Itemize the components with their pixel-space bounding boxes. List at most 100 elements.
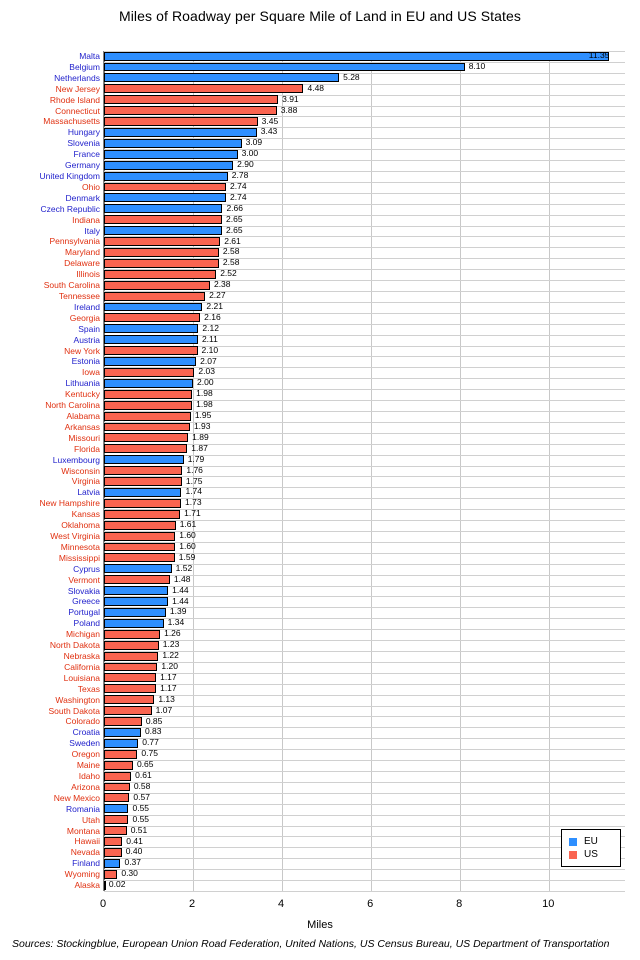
bar-us[interactable] [104, 717, 142, 726]
bar-eu[interactable] [104, 160, 234, 170]
bar-row[interactable]: 1.23 [104, 639, 625, 651]
bar-row[interactable]: 2.58 [104, 246, 625, 258]
bar-eu[interactable] [104, 204, 223, 214]
bar-row[interactable]: 1.98 [104, 399, 625, 411]
bar-us[interactable] [104, 869, 118, 879]
bar-us[interactable] [104, 520, 176, 530]
bar-us[interactable] [104, 400, 193, 410]
bar-eu[interactable] [104, 73, 340, 83]
bar-row[interactable]: 3.09 [104, 137, 625, 149]
bar-row[interactable]: 1.20 [104, 661, 625, 673]
bar-row[interactable]: 1.13 [104, 694, 625, 706]
bar-us[interactable] [104, 553, 175, 563]
bar-eu[interactable] [104, 127, 257, 137]
bar-us[interactable] [104, 258, 219, 268]
bar-row[interactable]: 0.02 [104, 879, 625, 891]
bar-row[interactable]: 8.10 [104, 61, 625, 73]
bar-eu[interactable] [104, 378, 194, 388]
bar-eu[interactable] [104, 149, 238, 159]
bar-row[interactable]: 1.34 [104, 617, 625, 629]
bar-us[interactable] [104, 106, 277, 116]
bar-row[interactable]: 0.51 [104, 825, 625, 837]
bar-us[interactable] [104, 466, 183, 476]
bar-row[interactable]: 0.83 [104, 726, 625, 738]
bar-row[interactable]: 5.28 [104, 72, 625, 84]
bar-row[interactable]: 1.95 [104, 410, 625, 422]
bar-row[interactable]: 3.43 [104, 126, 625, 138]
bar-row[interactable]: 0.57 [104, 792, 625, 804]
bar-eu[interactable] [104, 618, 164, 628]
bar-us[interactable] [104, 477, 182, 486]
bar-us[interactable] [104, 367, 195, 377]
bar-us[interactable] [104, 215, 222, 225]
bar-row[interactable]: 4.48 [104, 83, 625, 95]
bar-eu[interactable] [104, 138, 242, 148]
bar-us[interactable] [104, 684, 157, 694]
bar-us[interactable] [104, 280, 210, 290]
bar-row[interactable]: 0.41 [104, 836, 625, 847]
bar-row[interactable]: 2.90 [104, 159, 625, 171]
bar-us[interactable] [104, 749, 138, 759]
bar-us[interactable] [104, 531, 176, 541]
bar-us[interactable] [104, 651, 159, 661]
bar-row[interactable]: 1.93 [104, 421, 625, 433]
bar-row[interactable]: 1.22 [104, 650, 625, 662]
legend-item-us[interactable]: US [569, 848, 613, 861]
bar-eu[interactable] [104, 226, 222, 236]
bar-eu[interactable] [104, 597, 169, 606]
bar-eu[interactable] [104, 171, 228, 181]
bar-row[interactable]: 2.16 [104, 312, 625, 324]
bar-row[interactable]: 2.21 [104, 301, 625, 313]
bar-eu[interactable] [104, 324, 199, 334]
bar-row[interactable]: 0.40 [104, 846, 625, 858]
bar-eu[interactable] [104, 586, 169, 596]
bar-eu[interactable] [104, 487, 182, 497]
bar-us[interactable] [104, 422, 190, 432]
bar-row[interactable]: 2.03 [104, 366, 625, 378]
bar-row[interactable]: 0.55 [104, 803, 625, 815]
bar-us[interactable] [104, 793, 130, 803]
bar-us[interactable] [104, 815, 129, 825]
bar-us[interactable] [104, 269, 217, 279]
bar-row[interactable]: 2.66 [104, 203, 625, 215]
bar-row[interactable]: 2.38 [104, 279, 625, 291]
bar-row[interactable]: 2.61 [104, 236, 625, 247]
bar-us[interactable] [104, 706, 152, 716]
bar-us[interactable] [104, 826, 127, 836]
bar-us[interactable] [104, 389, 193, 399]
bar-row[interactable]: 2.11 [104, 334, 625, 346]
bar-row[interactable]: 2.12 [104, 323, 625, 335]
bar-row[interactable]: 0.61 [104, 770, 625, 782]
bar-eu[interactable] [104, 858, 121, 868]
bar-us[interactable] [104, 433, 189, 443]
bar-row[interactable]: 1.26 [104, 628, 625, 640]
bar-row[interactable]: 2.00 [104, 377, 625, 389]
bar-row[interactable]: 2.52 [104, 268, 625, 280]
bar-us[interactable] [104, 542, 176, 552]
bar-us[interactable] [104, 291, 206, 301]
bar-row[interactable]: 0.30 [104, 868, 625, 880]
bar-us[interactable] [104, 640, 159, 650]
bar-us[interactable] [104, 575, 170, 585]
bar-row[interactable]: 0.55 [104, 814, 625, 826]
bar-eu[interactable] [104, 607, 166, 617]
bar-row[interactable]: 2.65 [104, 225, 625, 237]
bar-us[interactable] [104, 411, 191, 421]
bar-us[interactable] [104, 847, 122, 857]
bar-us[interactable] [104, 247, 219, 257]
bar-us[interactable] [104, 673, 157, 683]
bar-eu[interactable] [104, 564, 172, 574]
bar-us[interactable] [104, 509, 181, 519]
bar-row[interactable]: 0.75 [104, 748, 625, 760]
bar-row[interactable]: 2.65 [104, 214, 625, 226]
bar-us[interactable] [104, 837, 123, 846]
bar-row[interactable]: 3.00 [104, 148, 625, 160]
bar-row[interactable]: 2.07 [104, 356, 625, 367]
bar-eu[interactable] [104, 302, 203, 312]
bar-eu[interactable] [104, 727, 141, 737]
bar-us[interactable] [104, 237, 221, 246]
bar-us[interactable] [104, 84, 304, 94]
bar-us[interactable] [104, 444, 188, 454]
bar-eu[interactable] [104, 804, 129, 814]
bar-row[interactable]: 11.35 [104, 50, 625, 62]
